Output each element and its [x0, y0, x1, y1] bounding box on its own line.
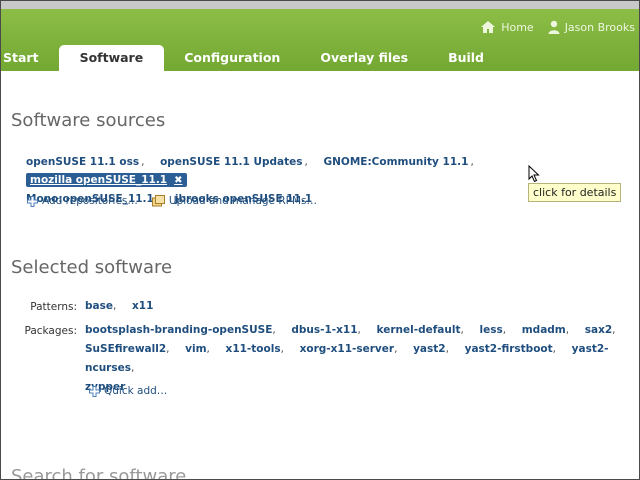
home-link[interactable]: Home: [480, 20, 534, 34]
user-link[interactable]: Jason Brooks: [548, 20, 635, 34]
plus-icon: [89, 385, 100, 397]
separator: ,: [141, 156, 145, 168]
source-item-label: mozilla openSUSE_11.1: [30, 174, 168, 186]
separator: ,: [502, 324, 507, 336]
tab-configuration[interactable]: Configuration: [164, 45, 300, 71]
plus-icon: [27, 195, 38, 207]
package-item[interactable]: kernel-default: [377, 324, 461, 336]
tab-start[interactable]: Start: [1, 45, 59, 71]
separator: ,: [565, 324, 570, 336]
separator: ,: [112, 300, 117, 312]
tab-software[interactable]: Software: [58, 45, 165, 71]
separator: ,: [130, 362, 135, 374]
source-actions: Add repositories… Upload and manage RPMs…: [27, 195, 317, 207]
software-sources-heading: Software sources: [11, 110, 166, 131]
separator: ,: [357, 324, 361, 336]
separator: ,: [272, 324, 276, 336]
patterns-list: base, x11: [85, 297, 630, 316]
separator: ,: [166, 343, 170, 355]
package-item[interactable]: vim: [185, 343, 206, 355]
separator: ,: [460, 324, 464, 336]
user-icon: [548, 20, 560, 34]
add-repositories-link[interactable]: Add repositories…: [27, 195, 138, 207]
package-item[interactable]: yast2-firstboot: [465, 343, 553, 355]
source-item[interactable]: openSUSE 11.1 Updates: [160, 156, 302, 168]
selected-software-heading: Selected software: [11, 257, 173, 278]
package-item[interactable]: yast2: [413, 343, 446, 355]
quick-add-label: Quick add…: [104, 385, 168, 397]
tooltip: click for details: [528, 183, 622, 202]
pattern-item[interactable]: x11: [132, 300, 153, 312]
package-item[interactable]: less: [480, 324, 503, 336]
mouse-pointer-icon: [528, 165, 540, 183]
package-item[interactable]: dbus-1-x11: [291, 324, 357, 336]
package-item[interactable]: xorg-x11-server: [300, 343, 394, 355]
packages-label: Packages:: [24, 325, 77, 337]
package-item[interactable]: bootsplash-branding-openSUSE: [85, 324, 272, 336]
home-icon: [481, 21, 496, 33]
quick-add-link[interactable]: Quick add…: [89, 385, 167, 397]
separator: ,: [470, 156, 474, 168]
add-repositories-label: Add repositories…: [42, 195, 138, 207]
source-item-selected[interactable]: mozilla openSUSE_11.1 ✖: [26, 173, 187, 187]
separator: ,: [445, 343, 449, 355]
source-item[interactable]: openSUSE 11.1 oss: [26, 156, 139, 168]
separator: ,: [612, 324, 616, 336]
user-links: Home Jason Brooks: [480, 20, 635, 34]
separator: ,: [206, 343, 210, 355]
pattern-item[interactable]: base: [85, 300, 113, 312]
search-software-heading: Search for software: [11, 466, 187, 480]
package-item[interactable]: SuSEfirewall2: [85, 343, 166, 355]
upload-rpms-link[interactable]: Upload and manage RPMs…: [151, 195, 317, 207]
tab-overlay-files[interactable]: Overlay files: [300, 45, 428, 71]
package-item[interactable]: mdadm: [522, 324, 566, 336]
header-bar: Home Jason Brooks Start Software Configu…: [1, 1, 639, 71]
source-item[interactable]: GNOME:Community 11.1: [324, 156, 469, 168]
patterns-label: Patterns:: [30, 301, 77, 313]
app-window: Home Jason Brooks Start Software Configu…: [0, 0, 640, 480]
home-label: Home: [501, 20, 534, 34]
tab-build[interactable]: Build: [428, 45, 504, 71]
package-item[interactable]: sax2: [585, 324, 612, 336]
separator: ,: [304, 156, 308, 168]
separator: ,: [394, 343, 398, 355]
separator: ,: [552, 343, 556, 355]
remove-source-icon[interactable]: ✖: [174, 175, 182, 186]
package-item[interactable]: x11-tools: [226, 343, 281, 355]
tab-bar: Start Software Configuration Overlay fil…: [1, 45, 504, 71]
user-name: Jason Brooks: [564, 20, 635, 34]
package-icon: [151, 195, 165, 207]
separator: ,: [280, 343, 284, 355]
upload-rpms-label: Upload and manage RPMs…: [168, 195, 317, 207]
